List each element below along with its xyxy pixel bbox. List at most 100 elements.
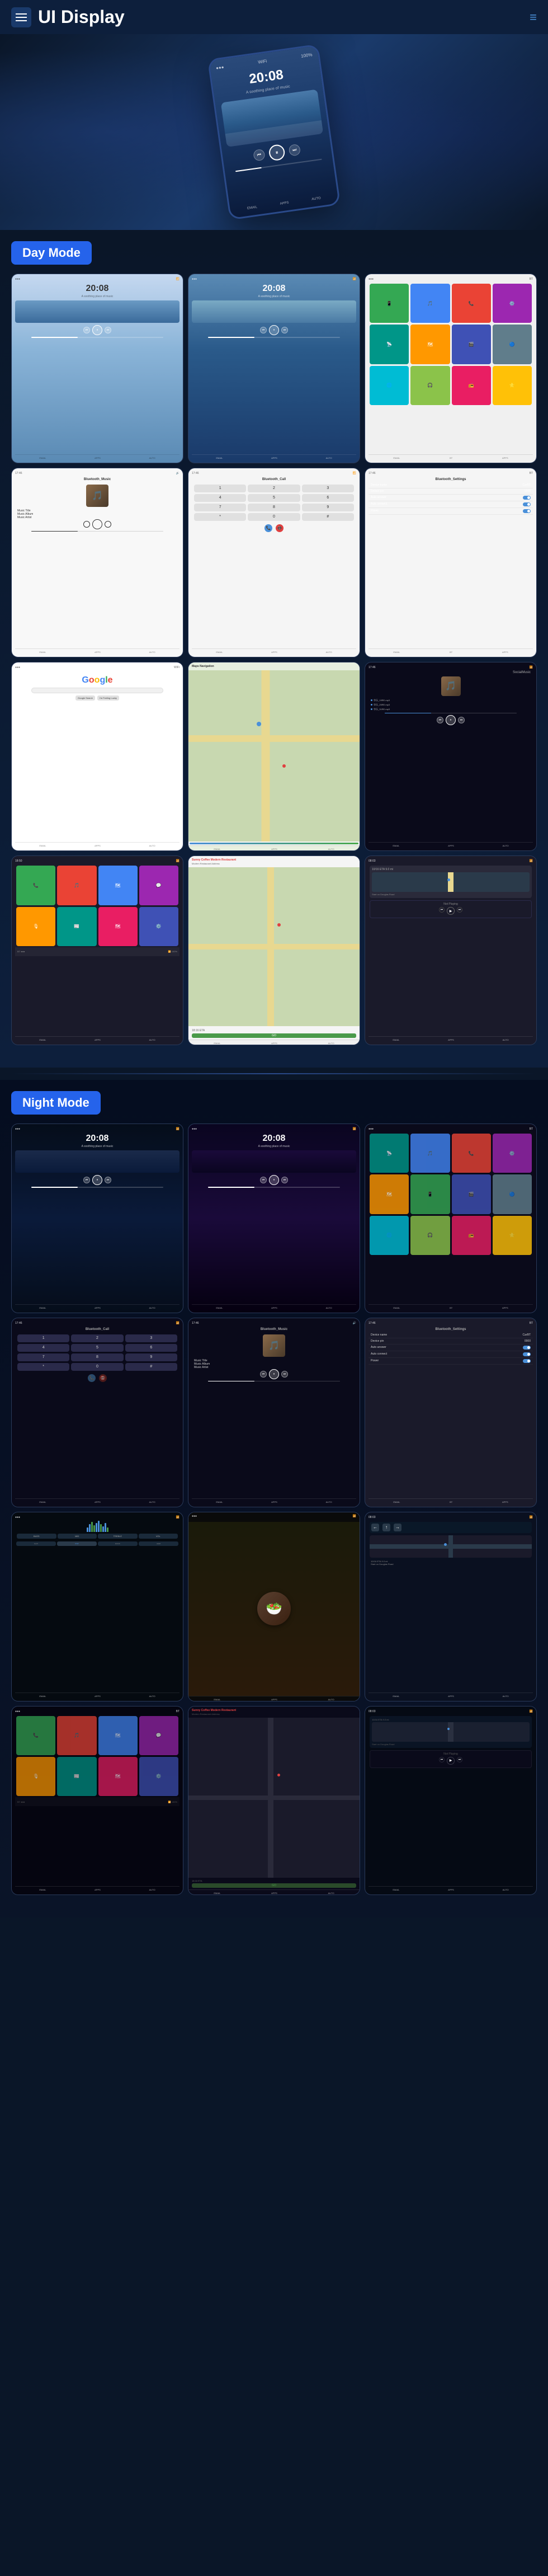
app-icon[interactable]: 🔵 bbox=[493, 325, 532, 364]
turn-right[interactable]: → bbox=[394, 1524, 401, 1531]
play-btn[interactable]: ⏸ bbox=[269, 1369, 279, 1379]
np-play[interactable]: ▶ bbox=[447, 1757, 455, 1765]
dial-4[interactable]: 4 bbox=[194, 494, 246, 502]
dial-4[interactable]: 4 bbox=[17, 1344, 69, 1352]
preset-4[interactable]: JAZZ bbox=[139, 1541, 178, 1546]
app-icon[interactable]: 🎵 bbox=[410, 1134, 450, 1173]
prev-btn[interactable]: ⏮ bbox=[260, 1371, 267, 1378]
app-icon[interactable]: 🎧 bbox=[410, 1216, 450, 1255]
app-icon[interactable]: 📡 bbox=[370, 1134, 409, 1173]
prev-btn[interactable]: ⏮ bbox=[83, 327, 90, 333]
prev-btn[interactable]: ⏮ bbox=[260, 327, 267, 333]
app-icon[interactable]: 📱 bbox=[370, 284, 409, 323]
np-next[interactable]: ⏭ bbox=[457, 907, 462, 913]
dial-2[interactable]: 2 bbox=[71, 1334, 123, 1342]
app-messages[interactable]: 💬 bbox=[139, 1716, 178, 1755]
go-button[interactable]: GO bbox=[192, 1033, 356, 1038]
turn-left[interactable]: ← bbox=[371, 1524, 379, 1531]
prev-btn[interactable]: ⏮ bbox=[437, 717, 443, 723]
app-icon[interactable]: 🌐 bbox=[370, 1216, 409, 1255]
play-btn[interactable]: ⏸ bbox=[92, 325, 102, 335]
app-icon[interactable]: 🎵 bbox=[410, 284, 450, 323]
preset-2[interactable]: POP bbox=[57, 1541, 97, 1546]
nav-lines-icon[interactable]: ≡ bbox=[530, 10, 537, 25]
auto-connect-toggle[interactable] bbox=[523, 1352, 531, 1356]
app-maps[interactable]: 🗺 bbox=[98, 1716, 138, 1755]
call-btn[interactable]: 📞 bbox=[264, 524, 272, 532]
app-icon[interactable]: ⭐ bbox=[493, 366, 532, 405]
go-button[interactable]: GO bbox=[192, 1883, 356, 1888]
app-news[interactable]: 📰 bbox=[57, 1757, 96, 1796]
dial-8[interactable]: 8 bbox=[248, 504, 300, 511]
menu-button[interactable] bbox=[11, 7, 31, 27]
app-podcast[interactable]: 🎙 bbox=[16, 907, 55, 946]
app-phone[interactable]: 📞 bbox=[16, 866, 55, 905]
next-btn[interactable]: ⏭ bbox=[105, 1177, 111, 1183]
prev-btn[interactable]: ⏮ bbox=[83, 1177, 90, 1183]
song-item[interactable]: 华乐_25RE.mp3 bbox=[370, 703, 532, 707]
dial-0[interactable]: 0 bbox=[248, 513, 300, 521]
play-btn[interactable]: ⏸ bbox=[92, 1175, 102, 1185]
end-call-btn[interactable]: 📵 bbox=[276, 524, 284, 532]
np-next[interactable]: ⏭ bbox=[457, 1757, 462, 1762]
app-icon[interactable]: 📻 bbox=[452, 1216, 491, 1255]
dial-star[interactable]: * bbox=[17, 1363, 69, 1371]
auto-answer-toggle[interactable] bbox=[523, 496, 531, 500]
app-icon[interactable]: 🔵 bbox=[493, 1174, 532, 1214]
dial-1[interactable]: 1 bbox=[17, 1334, 69, 1342]
dial-1[interactable]: 1 bbox=[194, 485, 246, 492]
preset-3[interactable]: ROCK bbox=[98, 1541, 138, 1546]
app-icon[interactable]: 📻 bbox=[452, 366, 491, 405]
play-btn[interactable]: ⏸ bbox=[446, 715, 456, 725]
app-icon[interactable]: 🗺 bbox=[410, 325, 450, 364]
nav-auto[interactable]: AUTO bbox=[311, 197, 321, 201]
dial-6[interactable]: 6 bbox=[125, 1344, 177, 1352]
eq-band-1[interactable]: BASS bbox=[17, 1534, 56, 1539]
power-toggle[interactable] bbox=[523, 1359, 531, 1363]
play-pause-button[interactable]: ⏸ bbox=[268, 144, 286, 162]
app-settings[interactable]: ⚙️ bbox=[139, 1757, 178, 1796]
np-play[interactable]: ▶ bbox=[447, 907, 455, 915]
nav-apps[interactable]: APPS bbox=[280, 201, 289, 206]
dial-6[interactable]: 6 bbox=[302, 494, 354, 502]
np-prev[interactable]: ⏮ bbox=[439, 907, 445, 913]
dial-2[interactable]: 2 bbox=[248, 485, 300, 492]
eq-band-4[interactable]: VOL bbox=[139, 1534, 178, 1539]
prev-btn[interactable]: ⏮ bbox=[83, 521, 90, 528]
dial-hash[interactable]: # bbox=[125, 1363, 177, 1371]
google-search-bar[interactable] bbox=[31, 688, 163, 693]
dial-5[interactable]: 5 bbox=[71, 1344, 123, 1352]
app-music[interactable]: 🎵 bbox=[57, 1716, 96, 1755]
np-prev[interactable]: ⏮ bbox=[439, 1757, 445, 1762]
app-icon[interactable]: 🎬 bbox=[452, 1174, 491, 1214]
app-icon[interactable]: 🗺 bbox=[370, 1174, 409, 1214]
dial-9[interactable]: 9 bbox=[125, 1353, 177, 1361]
im-feeling-lucky-button[interactable]: I'm Feeling Lucky bbox=[97, 695, 119, 701]
app-waze[interactable]: 🗺 bbox=[98, 907, 138, 946]
dial-9[interactable]: 9 bbox=[302, 504, 354, 511]
dial-3[interactable]: 3 bbox=[302, 485, 354, 492]
song-item[interactable]: 华乐_31RE.mp3 bbox=[370, 707, 532, 712]
app-maps[interactable]: 🗺 bbox=[98, 866, 138, 905]
eq-band-2[interactable]: MID bbox=[58, 1534, 97, 1539]
power-toggle[interactable] bbox=[523, 509, 531, 513]
next-button[interactable]: ⏭ bbox=[289, 144, 301, 157]
next-btn[interactable]: ⏭ bbox=[281, 327, 288, 333]
dial-0[interactable]: 0 bbox=[71, 1363, 123, 1371]
app-icon[interactable]: ⚙️ bbox=[493, 284, 532, 323]
app-news[interactable]: 📰 bbox=[57, 907, 96, 946]
call-btn[interactable]: 📞 bbox=[88, 1374, 96, 1382]
app-waze[interactable]: 🗺 bbox=[98, 1757, 138, 1796]
end-call-btn[interactable]: 📵 bbox=[99, 1374, 107, 1382]
dial-star[interactable]: * bbox=[194, 513, 246, 521]
app-icon[interactable]: 🎧 bbox=[410, 366, 450, 405]
play-btn[interactable]: ⏸ bbox=[269, 1175, 279, 1185]
nav-email[interactable]: EMAIL bbox=[247, 206, 258, 210]
song-item[interactable]: 华乐_19RE.mp3 bbox=[370, 698, 532, 703]
auto-connect-toggle[interactable] bbox=[523, 502, 531, 506]
app-music[interactable]: 🎵 bbox=[57, 866, 96, 905]
app-messages[interactable]: 💬 bbox=[139, 866, 178, 905]
next-btn[interactable]: ⏭ bbox=[281, 1371, 288, 1378]
go-straight[interactable]: ↑ bbox=[382, 1524, 390, 1531]
app-icon[interactable]: 📡 bbox=[370, 325, 409, 364]
